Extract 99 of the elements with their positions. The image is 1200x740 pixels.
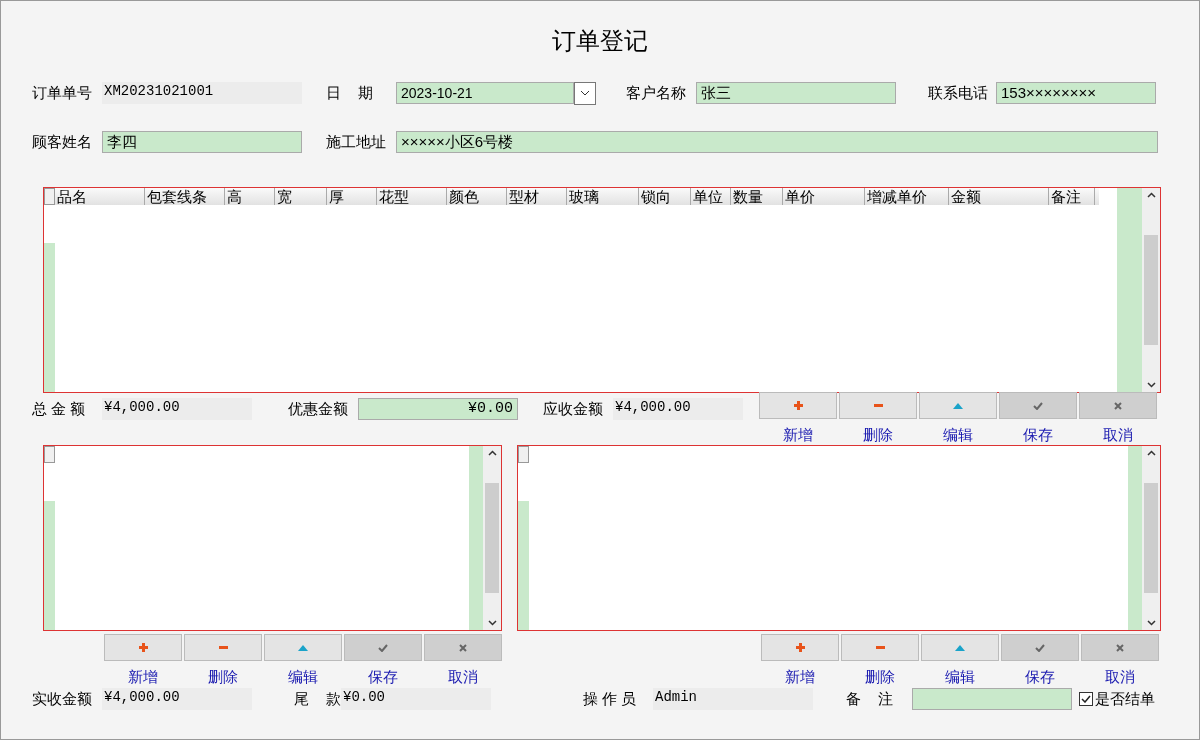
minus-icon <box>218 646 228 649</box>
column-header[interactable]: 颜色 <box>447 188 507 205</box>
field-label: 客户名称 <box>626 82 687 103</box>
button-label[interactable]: 新增 <box>783 426 813 444</box>
column-header[interactable]: 单位 <box>691 188 731 205</box>
toolbar-button[interactable] <box>839 392 917 419</box>
button-label[interactable]: 删除 <box>863 426 893 444</box>
data-grid[interactable] <box>43 445 502 631</box>
column-header[interactable]: 增减单价 <box>865 188 949 205</box>
plus-icon <box>793 401 803 410</box>
row-header-corner <box>44 446 55 463</box>
date-field[interactable]: 2023-10-21 <box>396 82 574 104</box>
column-header[interactable]: 锁向 <box>639 188 691 205</box>
row-header-corner <box>518 446 529 463</box>
close-icon <box>1114 401 1122 410</box>
button-label[interactable]: 编辑 <box>943 426 973 444</box>
chevron-down-icon <box>487 620 497 626</box>
check-icon <box>1035 643 1045 652</box>
column-header[interactable]: 数量 <box>731 188 783 205</box>
value-text: ¥4,000.00 <box>102 398 252 420</box>
toolbar-button[interactable] <box>919 392 997 419</box>
button-label[interactable]: 删除 <box>865 668 895 686</box>
button-label[interactable]: 编辑 <box>288 668 318 686</box>
chevron-down-icon <box>1146 620 1156 626</box>
column-header[interactable]: 高 <box>225 188 275 205</box>
field-label: 实收金额 <box>32 688 93 709</box>
button-label[interactable]: 新增 <box>128 668 158 686</box>
field-label: 联系电话 <box>928 82 989 103</box>
column-header[interactable]: 品名 <box>55 188 145 205</box>
button-label[interactable]: 新增 <box>785 668 815 686</box>
field-label: 操 作 员 <box>583 688 638 709</box>
chevron-up-icon <box>1146 450 1156 456</box>
input-field[interactable]: 李四 <box>102 131 302 153</box>
triangle-up-icon <box>953 402 963 409</box>
value-text: XM20231021001 <box>102 82 302 104</box>
plus-icon <box>138 643 148 652</box>
column-header[interactable]: 单价 <box>783 188 865 205</box>
value-text: ¥4,000.00 <box>102 688 252 710</box>
field-label: 订单单号 <box>32 82 93 103</box>
scrollbar[interactable] <box>483 446 501 630</box>
plus-icon <box>795 643 805 652</box>
window-title: 订单登记 <box>552 26 648 56</box>
toolbar-button[interactable] <box>921 634 999 661</box>
toolbar-button[interactable] <box>841 634 919 661</box>
field-label: 应收金额 <box>543 398 604 419</box>
chevron-up-icon <box>1146 192 1156 198</box>
triangle-up-icon <box>298 644 308 651</box>
checkbox-label[interactable]: 是否结单 <box>1095 687 1155 711</box>
toolbar-button[interactable] <box>104 634 182 661</box>
chevron-up-icon <box>487 450 497 456</box>
column-header[interactable]: 玻璃 <box>567 188 639 205</box>
row-header-corner <box>44 188 55 205</box>
input-field[interactable]: 153×××××××× <box>996 82 1156 104</box>
input-field[interactable] <box>912 688 1072 710</box>
toolbar-button[interactable] <box>184 634 262 661</box>
scrollbar[interactable] <box>1142 188 1160 392</box>
input-field[interactable]: 张三 <box>696 82 896 104</box>
data-grid[interactable]: 品名 包套线条 高 宽 厚 花型 颜色 型材 玻璃 锁向 单位 数量 单价 增减单价 金额 备注 <box>43 187 1161 393</box>
scroll-thumb[interactable] <box>485 483 499 593</box>
check-icon <box>378 643 388 652</box>
column-header[interactable]: 包套线条 <box>145 188 225 205</box>
check-icon <box>1033 401 1043 410</box>
field-label: 顾客姓名 <box>32 131 93 152</box>
chevron-down-icon <box>580 90 590 96</box>
value-text: ¥0.00 <box>341 688 491 710</box>
scroll-thumb[interactable] <box>1144 235 1158 345</box>
column-header[interactable]: 备注 <box>1049 188 1095 205</box>
field-label: 日 期 <box>326 82 374 103</box>
minus-icon <box>873 404 883 407</box>
input-field[interactable]: ¥0.00 <box>358 398 518 420</box>
column-header[interactable]: 厚 <box>327 188 377 205</box>
input-field[interactable]: ×××××小区6号楼 <box>396 131 1158 153</box>
close-icon <box>1116 643 1124 652</box>
value-text: ¥4,000.00 <box>613 398 743 420</box>
button-label[interactable]: 删除 <box>208 668 238 686</box>
column-header[interactable]: 型材 <box>507 188 567 205</box>
column-header[interactable]: 宽 <box>275 188 327 205</box>
minus-icon <box>875 646 885 649</box>
scrollbar[interactable] <box>1142 446 1160 630</box>
value-text: Admin <box>653 688 813 710</box>
data-grid[interactable] <box>517 445 1161 631</box>
field-label: 施工地址 <box>326 131 387 152</box>
field-label: 优惠金额 <box>288 398 349 419</box>
scroll-thumb[interactable] <box>1144 483 1158 593</box>
field-label: 总 金 额 <box>32 398 87 419</box>
dropdown-button[interactable] <box>574 81 596 105</box>
toolbar-button[interactable] <box>761 634 839 661</box>
chevron-down-icon <box>1146 382 1156 388</box>
toolbar-button[interactable] <box>264 634 342 661</box>
field-label: 备 注 <box>846 688 894 709</box>
check-icon <box>1081 695 1091 703</box>
button-label[interactable]: 编辑 <box>945 668 975 686</box>
column-header[interactable]: 花型 <box>377 188 447 205</box>
checkbox[interactable] <box>1079 692 1093 706</box>
column-header[interactable]: 金额 <box>949 188 1049 205</box>
field-label: 尾 款 <box>294 688 341 709</box>
triangle-up-icon <box>955 644 965 651</box>
toolbar-button[interactable] <box>759 392 837 419</box>
close-icon <box>459 643 467 652</box>
